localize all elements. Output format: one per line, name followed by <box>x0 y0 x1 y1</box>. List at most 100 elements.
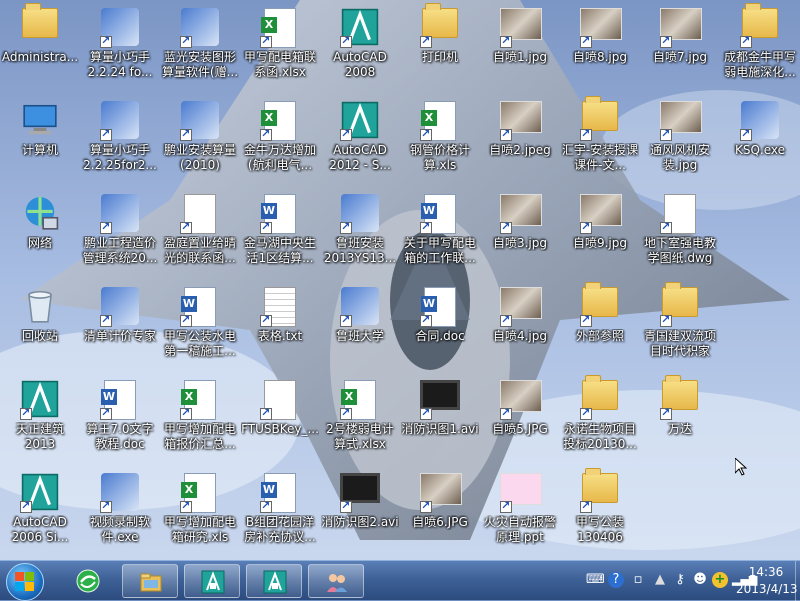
shortcut-arrow-icon <box>580 406 592 420</box>
plus-icon[interactable]: + <box>712 572 728 588</box>
desktop-icon[interactable]: 回收站 <box>0 279 80 372</box>
desktop-icon-label: 视频录制软件.exe <box>89 515 150 544</box>
desktop-icon[interactable]: 钢管价格计算.xls <box>400 93 480 186</box>
desktop-icon[interactable]: 汇宇-安装授课课件-文... <box>560 93 640 186</box>
desktop-icon[interactable]: 2号楼弱电计算式.xlsx <box>320 372 400 465</box>
desktop-icon[interactable]: 自喷1.jpg <box>480 0 560 93</box>
shortcut-arrow-icon <box>500 313 512 327</box>
taskbar-button-360-browser[interactable] <box>60 564 116 598</box>
qq-penguin-icon[interactable]: ☻ <box>692 572 708 588</box>
desktop-icon[interactable]: 合同.doc <box>400 279 480 372</box>
desktop-icon[interactable]: 表格.txt <box>240 279 320 372</box>
desktop-icon[interactable]: 鹏业安装算量(2010) <box>160 93 240 186</box>
keyboard-icon[interactable]: ⌨ <box>586 572 605 588</box>
desktop-icon-label: FTUSBKey_... <box>241 422 319 436</box>
desktop-icon-label: 甲写增加配电箱报价汇总... <box>163 422 236 451</box>
desktop-icon-label: B组团花园洋房补充协议... <box>244 515 316 544</box>
desktop-icon[interactable]: 金牛万达增加(航利电气... <box>240 93 320 186</box>
input-method-icon[interactable]: ▫ <box>630 572 646 588</box>
windows-logo-icon <box>15 572 35 592</box>
desktop-icon[interactable]: 金马湖中央生活1区结算... <box>240 186 320 279</box>
desktop-icon[interactable]: 鲁班大学 <box>320 279 400 372</box>
desktop-icon-label: AutoCAD 2006 Si... <box>11 515 69 544</box>
desktop-icon[interactable]: 自喷7.jpg <box>640 0 720 93</box>
desktop-icon[interactable]: 万达 <box>640 372 720 465</box>
desktop-icon[interactable]: 通风风机安装.jpg <box>640 93 720 186</box>
desktop-icon-label: AutoCAD 2012 - S... <box>329 143 391 172</box>
taskbar-button-people[interactable] <box>308 564 364 598</box>
desktop-icon[interactable]: 清单计价专家 <box>80 279 160 372</box>
desktop-icon[interactable]: 外部参照 <box>560 279 640 372</box>
start-button[interactable] <box>6 563 44 601</box>
desktop-icon[interactable]: B组团花园洋房补充协议... <box>240 465 320 558</box>
desktop-icon[interactable]: 自喷5.JPG <box>480 372 560 465</box>
shortcut-arrow-icon <box>420 127 432 141</box>
desktop-icon[interactable]: 蓝光安装图形算量软件(赠... <box>160 0 240 93</box>
desktop-icon[interactable]: 打印机 <box>400 0 480 93</box>
desktop-icon[interactable]: 关于甲写配电箱的工作联... <box>400 186 480 279</box>
shortcut-arrow-icon <box>180 34 192 48</box>
desktop-icon[interactable]: KSQ.exe <box>720 93 800 186</box>
desktop-icon[interactable]: 火灾自动报警原理.ppt <box>480 465 560 558</box>
desktop-icon-label: 算量小巧手 2.2.24 fo... <box>87 50 153 79</box>
desktop-icon[interactable]: AutoCAD 2006 Si... <box>0 465 80 558</box>
desktop-icon[interactable]: 自喷6.JPG <box>400 465 480 558</box>
desktop-icon[interactable]: 青国建双流项目时代积家 <box>640 279 720 372</box>
desktop-icon[interactable]: 地下室强电教学图纸.dwg <box>640 186 720 279</box>
taskbar-button-explorer[interactable] <box>122 564 178 598</box>
shortcut-arrow-icon <box>340 313 352 327</box>
desktop-icon-label: 关于甲写配电箱的工作联... <box>403 236 476 265</box>
desktop-icon[interactable]: 计算机 <box>0 93 80 186</box>
desktop-icon[interactable]: AutoCAD 2008 <box>320 0 400 93</box>
desktop-icon[interactable]: 甲写增加配电箱报价汇总... <box>160 372 240 465</box>
help-icon[interactable]: ? <box>608 572 624 588</box>
desktop-icon[interactable]: 自喷4.jpg <box>480 279 560 372</box>
desktop-icon[interactable]: 成都金牛甲写弱电施深化... <box>720 0 800 93</box>
desktop-icon-label: 消防识图1.avi <box>401 422 479 436</box>
mouse-cursor-icon <box>735 458 747 476</box>
desktop-icon[interactable]: 天正建筑2013 <box>0 372 80 465</box>
desktop-icon-label: 金牛万达增加(航利电气... <box>243 143 316 172</box>
shortcut-arrow-icon <box>180 313 192 327</box>
desktop-icon[interactable]: 网络 <box>0 186 80 279</box>
arrow-up-icon[interactable]: ▲ <box>652 572 668 588</box>
desktop-icon[interactable]: 甲写公装130406 <box>560 465 640 558</box>
show-desktop-button[interactable] <box>795 561 800 601</box>
folder-icon <box>22 3 58 38</box>
desktop-icon[interactable]: Administra... <box>0 0 80 93</box>
desktop-icon-label: 自喷6.JPG <box>412 515 468 529</box>
desktop-icon[interactable]: 自喷8.jpg <box>560 0 640 93</box>
desktop-icon-label: 火灾自动报警原理.ppt <box>483 515 556 544</box>
desktop-icon[interactable]: 算王7.0文字教程.doc <box>80 372 160 465</box>
desktop-icon[interactable]: FTUSBKey_... <box>240 372 320 465</box>
desktop-icon[interactable]: 算量小巧手 2.2.24 fo... <box>80 0 160 93</box>
shortcut-arrow-icon <box>420 313 432 327</box>
desktop-icon[interactable]: 甲写公装水电第一稿施工... <box>160 279 240 372</box>
desktop-icon[interactable]: AutoCAD 2012 - S... <box>320 93 400 186</box>
taskbar-button-autocad-1[interactable] <box>184 564 240 598</box>
desktop-icon[interactable]: 鹏业工程造价管理系统20... <box>80 186 160 279</box>
desktop-icon[interactable]: 甲写配电箱联系函.xlsx <box>240 0 320 93</box>
desktop-icon-label: 消防识图2.avi <box>321 515 399 529</box>
key-icon[interactable]: ⚷ <box>672 572 688 588</box>
taskbar-button-autocad-2[interactable] <box>246 564 302 598</box>
desktop-icon[interactable]: 自喷9.jpg <box>560 186 640 279</box>
recycle-bin-icon <box>28 290 52 323</box>
desktop-icon[interactable]: 永诺生物项目投标20130... <box>560 372 640 465</box>
desktop-icon-label: 表格.txt <box>257 329 303 343</box>
desktop-icon[interactable]: 视频录制软件.exe <box>80 465 160 558</box>
desktop-icon[interactable]: 消防识图1.avi <box>400 372 480 465</box>
desktop-icon[interactable]: 甲写增加配电箱研究.xls <box>160 465 240 558</box>
desktop-icon[interactable]: 鲁班安装 2013YS13... <box>320 186 400 279</box>
shortcut-arrow-icon <box>580 34 592 48</box>
autocad-icon <box>201 570 225 594</box>
clock[interactable]: 14:36 2013/4/13 <box>736 564 798 598</box>
desktop-icon[interactable]: 盈庭置业给晴光的联系函... <box>160 186 240 279</box>
shortcut-arrow-icon <box>180 499 192 513</box>
desktop-icon[interactable]: 自喷2.jpeg <box>480 93 560 186</box>
shortcut-arrow-icon <box>580 127 592 141</box>
desktop-icon[interactable]: 算量小巧手 2.2.25for2... <box>80 93 160 186</box>
desktop-icon[interactable]: 自喷3.jpg <box>480 186 560 279</box>
desktop-icon[interactable]: 消防识图2.avi <box>320 465 400 558</box>
shortcut-arrow-icon <box>500 406 512 420</box>
